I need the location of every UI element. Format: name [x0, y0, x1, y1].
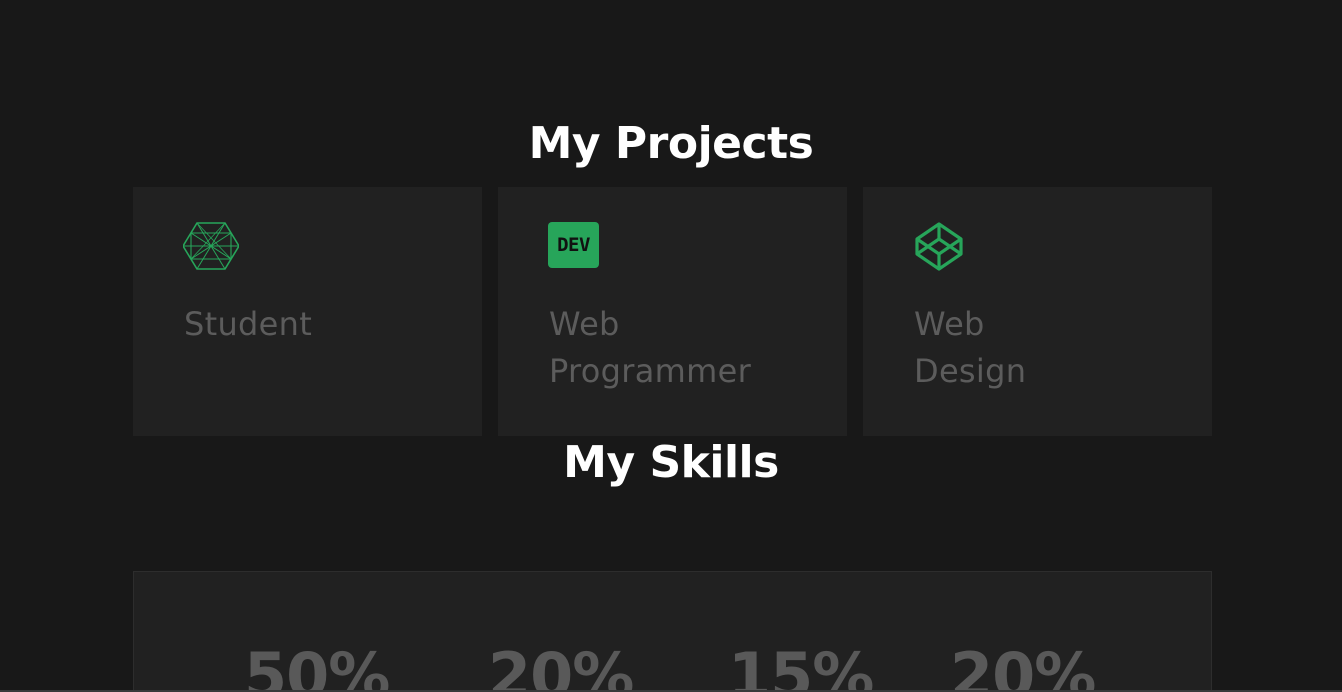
- label-line: Web: [549, 305, 620, 343]
- dev-badge-icon: DEV: [548, 222, 599, 268]
- project-card-label: Web Programmer: [549, 301, 809, 395]
- hexagon-wireframe-icon: [183, 222, 239, 270]
- label-line: Design: [914, 352, 1027, 390]
- codepen-cube-icon: [915, 222, 963, 271]
- skill-percentage: 20%: [950, 639, 1096, 692]
- project-card-label: Student: [184, 301, 444, 348]
- skills-title: My Skills: [563, 437, 779, 488]
- label-line: Web: [914, 305, 985, 343]
- project-card-label: Web Design: [914, 301, 1174, 395]
- project-card-student[interactable]: Student: [133, 187, 482, 436]
- projects-title: My Projects: [528, 118, 814, 169]
- project-cards: Student DEV Web Programmer Web Design: [133, 187, 1212, 436]
- page: My Projects Student DEV Web Programmer W…: [0, 0, 1342, 692]
- label-line: Programmer: [549, 352, 752, 390]
- skill-percentage: 20%: [488, 639, 634, 692]
- project-card-web-design[interactable]: Web Design: [863, 187, 1212, 436]
- project-card-web-programmer[interactable]: DEV Web Programmer: [498, 187, 847, 436]
- label-line: Student: [184, 305, 313, 343]
- skill-percentage: 50%: [244, 639, 390, 692]
- skill-percentage: 15%: [728, 639, 874, 692]
- skills-panel: 50% 20% 15% 20%: [133, 571, 1212, 692]
